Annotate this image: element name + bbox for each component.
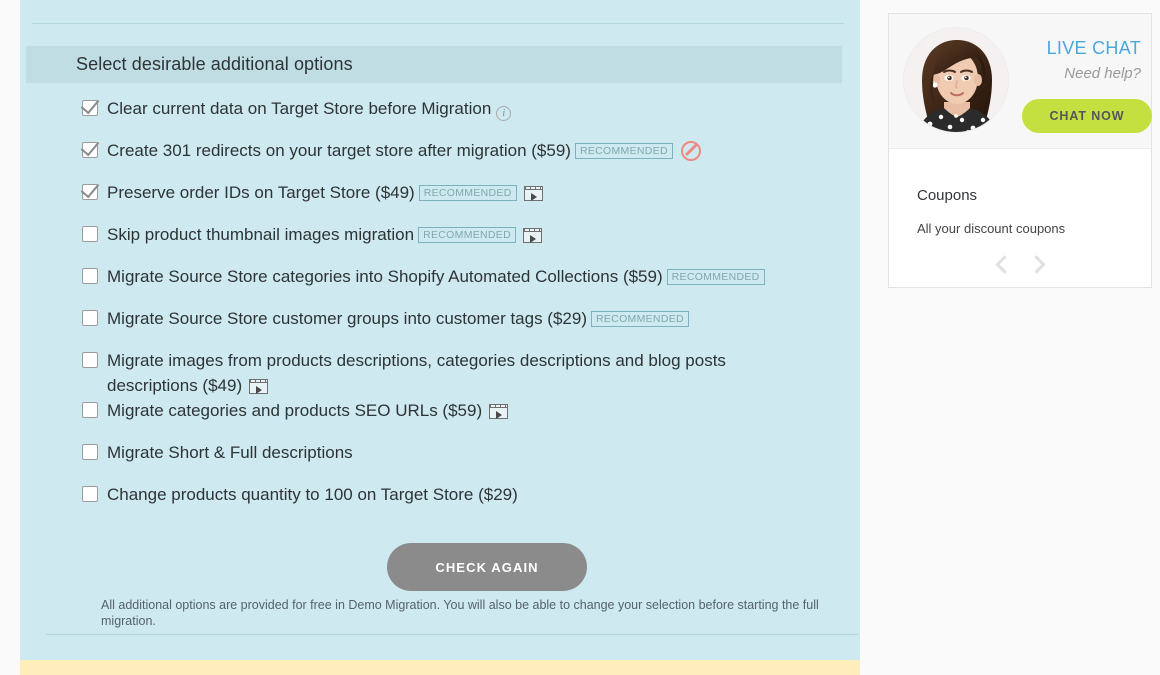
option-checkbox[interactable]: [82, 100, 98, 116]
chevron-left-icon[interactable]: [994, 253, 1012, 275]
need-help-text: Need help?: [1021, 65, 1141, 82]
option-checkbox[interactable]: [82, 402, 98, 418]
additional-options-panel: Select desirable additional options Clea…: [20, 0, 860, 660]
chevron-right-icon[interactable]: [1028, 253, 1046, 275]
option-row[interactable]: Skip product thumbnail images migrationR…: [20, 222, 860, 264]
option-checkbox[interactable]: [82, 310, 98, 326]
option-text: Create 301 redirects on your target stor…: [107, 138, 701, 163]
option-text: Migrate images from products description…: [107, 348, 807, 398]
option-label: Preserve order IDs on Target Store ($49): [107, 183, 415, 202]
option-label: Clear current data on Target Store befor…: [107, 99, 491, 118]
option-row[interactable]: Migrate Source Store categories into Sho…: [20, 264, 860, 306]
coupons-widget: Coupons All your discount coupons: [889, 149, 1151, 287]
live-chat-widget: LIVE CHAT Need help? CHAT NOW: [889, 14, 1151, 149]
option-row[interactable]: Migrate images from products description…: [20, 348, 860, 398]
recommended-badge: RECOMMENDED: [419, 185, 517, 201]
option-text: Preserve order IDs on Target Store ($49)…: [107, 180, 543, 205]
option-label: Create 301 redirects on your target stor…: [107, 141, 571, 160]
option-row[interactable]: Migrate Source Store customer groups int…: [20, 306, 860, 348]
avatar: [903, 27, 1009, 133]
option-row[interactable]: Migrate categories and products SEO URLs…: [20, 398, 860, 440]
live-chat-title: LIVE CHAT: [1031, 38, 1141, 59]
option-text: Change products quantity to 100 on Targe…: [107, 482, 518, 507]
video-icon[interactable]: [523, 228, 542, 243]
recommended-badge: RECOMMENDED: [575, 143, 673, 159]
coupons-subtitle: All your discount coupons: [917, 221, 1065, 236]
option-row[interactable]: Change products quantity to 100 on Targe…: [20, 482, 860, 524]
option-label: Migrate categories and products SEO URLs…: [107, 401, 482, 420]
option-label: Migrate Short & Full descriptions: [107, 443, 353, 462]
blocked-icon: [681, 141, 701, 161]
option-checkbox[interactable]: [82, 268, 98, 284]
video-icon[interactable]: [489, 404, 508, 419]
film-perforation: [490, 405, 507, 407]
bottom-divider: [46, 634, 858, 635]
option-label: Skip product thumbnail images migration: [107, 225, 414, 244]
bottom-accent-bar: [20, 660, 860, 675]
top-divider: [32, 23, 844, 24]
option-checkbox[interactable]: [82, 142, 98, 158]
option-label: Migrate Source Store customer groups int…: [107, 309, 587, 328]
option-row[interactable]: Preserve order IDs on Target Store ($49)…: [20, 180, 860, 222]
section-header: Select desirable additional options: [26, 46, 842, 83]
option-text: Migrate Source Store customer groups int…: [107, 306, 689, 331]
film-perforation: [524, 229, 541, 231]
option-checkbox[interactable]: [82, 184, 98, 200]
check-again-button[interactable]: CHECK AGAIN: [387, 543, 587, 591]
coupons-carousel: [889, 253, 1151, 275]
option-label: Change products quantity to 100 on Targe…: [107, 485, 518, 504]
option-row[interactable]: Create 301 redirects on your target stor…: [20, 138, 860, 180]
option-checkbox[interactable]: [82, 352, 98, 368]
option-checkbox[interactable]: [82, 486, 98, 502]
film-perforation: [250, 380, 267, 382]
page-title: Select desirable additional options: [76, 54, 353, 75]
option-text: Skip product thumbnail images migrationR…: [107, 222, 542, 247]
option-label: Migrate Source Store categories into Sho…: [107, 267, 663, 286]
coupons-title: Coupons: [917, 187, 977, 204]
footnote-text: All additional options are provided for …: [101, 597, 866, 629]
info-icon[interactable]: i: [496, 106, 511, 121]
option-checkbox[interactable]: [82, 444, 98, 460]
option-checkbox[interactable]: [82, 226, 98, 242]
film-perforation: [525, 187, 542, 189]
option-text: Migrate Short & Full descriptions: [107, 440, 353, 465]
recommended-badge: RECOMMENDED: [591, 311, 689, 327]
page-root: Select desirable additional options Clea…: [0, 0, 1160, 675]
recommended-badge: RECOMMENDED: [667, 269, 765, 285]
option-label: Migrate images from products description…: [107, 351, 726, 395]
option-row[interactable]: Clear current data on Target Store befor…: [20, 96, 860, 138]
option-text: Clear current data on Target Store befor…: [107, 96, 511, 121]
option-text: Migrate Source Store categories into Sho…: [107, 264, 765, 289]
video-icon[interactable]: [524, 186, 543, 201]
support-sidebar: LIVE CHAT Need help? CHAT NOW Coupons Al…: [888, 13, 1152, 288]
video-icon[interactable]: [249, 379, 268, 394]
option-row[interactable]: Migrate Short & Full descriptions: [20, 440, 860, 482]
options-list: Clear current data on Target Store befor…: [20, 96, 860, 524]
chat-now-button[interactable]: CHAT NOW: [1022, 99, 1152, 133]
recommended-badge: RECOMMENDED: [418, 227, 516, 243]
option-text: Migrate categories and products SEO URLs…: [107, 398, 508, 423]
